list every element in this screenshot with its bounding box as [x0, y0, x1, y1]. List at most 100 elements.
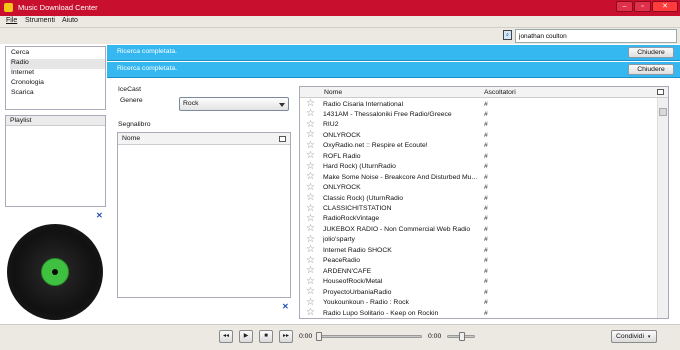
table-row[interactable]: ☆ JUKEBOX RADIO - Non Commercial Web Radi…: [300, 224, 656, 235]
playlist-title[interactable]: Playlist: [6, 116, 105, 126]
time-total: 0:00: [428, 333, 442, 340]
table-row[interactable]: ☆ PeaceRadio #: [300, 255, 656, 267]
station-name: ARDENN'CAFE: [323, 267, 372, 275]
table-row[interactable]: ☆ Classic Rock) (UturnRadio #: [300, 193, 656, 204]
station-listeners: #: [484, 173, 488, 181]
table-row[interactable]: ☆ Radio Cisaria International #: [300, 99, 656, 110]
star-icon[interactable]: ☆: [306, 130, 315, 140]
star-icon[interactable]: ☆: [306, 109, 315, 119]
sidebar-item-cronologia[interactable]: Cronologia: [10, 79, 105, 89]
genre-select[interactable]: Rock: [179, 97, 289, 111]
menu-aiuto[interactable]: Aiuto: [62, 17, 78, 24]
scrollbar-thumb[interactable]: [659, 108, 667, 116]
station-listeners: #: [484, 131, 488, 139]
close-window-button[interactable]: ✕: [652, 1, 678, 12]
table-row[interactable]: ☆ RIU2 #: [300, 119, 656, 131]
station-name: Youkounkoun - Radio : Rock: [323, 299, 409, 307]
scrollbar[interactable]: [657, 98, 668, 318]
star-icon[interactable]: ☆: [306, 245, 315, 255]
station-name: Radio Cisaria International: [323, 100, 404, 108]
close-icon[interactable]: ✕: [282, 303, 289, 311]
table-row[interactable]: ☆ CLASSICHITSTATION #: [300, 203, 656, 215]
star-icon[interactable]: ☆: [306, 224, 315, 234]
star-icon[interactable]: ☆: [306, 203, 315, 214]
play-icon[interactable]: ▶: [239, 330, 253, 343]
next-icon[interactable]: ▸▸: [279, 330, 293, 343]
column-header-name[interactable]: Nome: [324, 89, 342, 96]
station-listeners: #: [484, 299, 488, 307]
minimize-button[interactable]: –: [616, 1, 633, 12]
table-row[interactable]: ☆ Hard Rock) (UturnRadio #: [300, 161, 656, 173]
sidebar-item-cerca[interactable]: Cerca: [10, 49, 105, 59]
star-icon[interactable]: ☆: [306, 151, 315, 161]
time-elapsed: 0:00: [299, 333, 313, 340]
station-name: Hard Rock) (UturnRadio: [323, 163, 396, 171]
app-icon: [4, 3, 13, 12]
table-row[interactable]: ☆ Youkounkoun - Radio : Rock #: [300, 297, 656, 309]
station-listeners: #: [484, 142, 488, 150]
sidebar-item-internet[interactable]: Internet: [10, 69, 105, 79]
sidebar-item-scarica[interactable]: Scarica: [10, 89, 105, 99]
star-icon[interactable]: ☆: [306, 193, 315, 203]
station-name: Make Some Noise - Breakcore And Disturbe…: [323, 173, 478, 181]
table-row[interactable]: ☆ Radio Lupo Solitario - Keep on Rockin #: [300, 308, 656, 318]
genre-label: Genere: [120, 97, 143, 104]
table-row[interactable]: ☆ ONLYROCK #: [300, 182, 656, 194]
bookmarks-column-header[interactable]: Nome: [118, 133, 290, 145]
star-icon[interactable]: ☆: [306, 287, 315, 297]
notification-bar: Ricerca completata. Chiudere: [107, 62, 680, 78]
icecast-title: IceCast: [118, 86, 142, 93]
vinyl-hole: [52, 269, 58, 275]
menu-file[interactable]: File: [6, 17, 17, 24]
table-row[interactable]: ☆ 1431AM - Thessaloniki Free Radio/Greece…: [300, 109, 656, 120]
table-row[interactable]: ☆ jolio'sparty #: [300, 234, 656, 246]
station-name: Classic Rock) (UturnRadio: [323, 194, 404, 202]
station-name: OxyRadio.net :: Respire et Ecoute!: [323, 142, 428, 150]
station-name: Internet Radio SHOCK: [323, 246, 392, 254]
prev-icon[interactable]: ◂◂: [219, 330, 233, 343]
progress-knob[interactable]: [316, 332, 322, 341]
station-listeners: #: [484, 194, 488, 202]
progress-slider[interactable]: [318, 335, 422, 338]
menu-strumenti[interactable]: Strumenti: [25, 17, 55, 24]
star-icon[interactable]: ☆: [306, 308, 315, 318]
bookmarks-col-name: Nome: [122, 135, 141, 142]
chevron-down-icon: ▾: [647, 334, 651, 340]
table-row[interactable]: ☆ ARDENN'CAFE #: [300, 266, 656, 277]
bookmarks-title: Segnalibro: [118, 121, 151, 128]
close-notification-button[interactable]: Chiudere: [628, 64, 674, 75]
search-input[interactable]: [515, 29, 677, 43]
close-notification-button[interactable]: Chiudere: [628, 47, 674, 58]
share-button[interactable]: Condividi ▾: [611, 330, 657, 343]
sidebar-item-radio[interactable]: Radio: [10, 59, 105, 69]
column-picker-icon[interactable]: [657, 89, 664, 95]
table-row[interactable]: ☆ ProyectoUrbaniaRadio #: [300, 287, 656, 298]
station-listeners: #: [484, 152, 488, 160]
column-picker-icon[interactable]: [279, 136, 286, 142]
station-listeners: #: [484, 236, 488, 244]
star-icon[interactable]: ☆: [306, 172, 315, 182]
station-listeners: #: [484, 121, 488, 129]
station-name: jolio'sparty: [323, 236, 355, 244]
table-row[interactable]: ☆ Internet Radio SHOCK #: [300, 245, 656, 256]
column-header-listeners[interactable]: Ascoltatori: [484, 89, 516, 96]
table-row[interactable]: ☆ HouseofRock/Metal #: [300, 276, 656, 288]
station-listeners: #: [484, 246, 488, 254]
close-icon[interactable]: ✕: [96, 212, 103, 220]
search-icon[interactable]: ⌕: [503, 30, 512, 40]
table-row[interactable]: ☆ RadioRockVintage #: [300, 213, 656, 225]
star-icon[interactable]: ☆: [306, 266, 315, 276]
table-row[interactable]: ☆ ROFL Radio #: [300, 151, 656, 162]
radio-station-table[interactable]: Nome Ascoltatori ☆ Radio Cisaria Internat…: [299, 86, 669, 319]
maximize-button[interactable]: ▫: [634, 1, 651, 12]
chevron-down-icon: [279, 103, 285, 107]
volume-knob[interactable]: [459, 332, 465, 341]
stop-icon[interactable]: ■: [259, 330, 273, 343]
table-row[interactable]: ☆ OxyRadio.net :: Respire et Ecoute! #: [300, 140, 656, 152]
station-name: Radio Lupo Solitario - Keep on Rockin: [323, 309, 439, 317]
bookmarks-list[interactable]: Nome: [117, 132, 291, 298]
table-row[interactable]: ☆ Make Some Noise - Breakcore And Disturb…: [300, 172, 656, 183]
player-bar: ◂◂ ▶ ■ ▸▸ 0:00 0:00 Condividi ▾: [0, 324, 680, 350]
station-name: CLASSICHITSTATION: [323, 205, 392, 212]
table-row[interactable]: ☆ ONLYROCK #: [300, 130, 656, 141]
